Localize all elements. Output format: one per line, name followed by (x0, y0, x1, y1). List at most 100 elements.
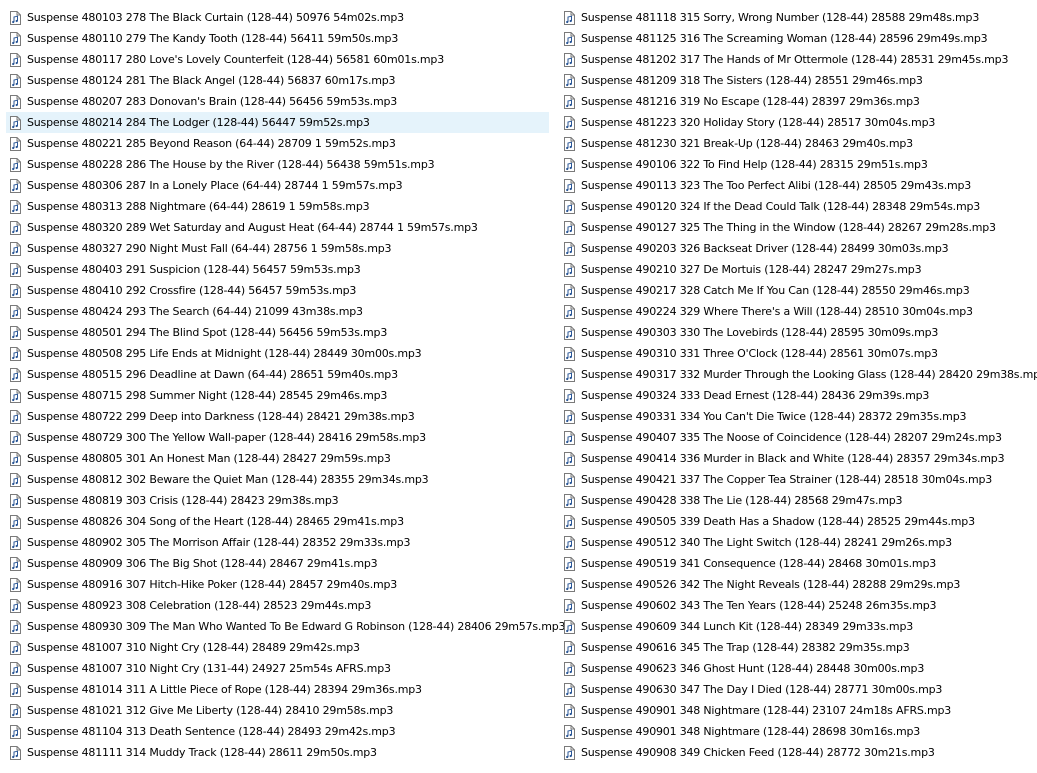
file-item[interactable]: Suspense 480320 289 Wet Saturday and Aug… (6, 217, 549, 238)
file-name: Suspense 490414 336 Murder in Black and … (581, 452, 1005, 465)
audio-file-icon (564, 157, 575, 172)
file-name: Suspense 480110 279 The Kandy Tooth (128… (27, 32, 399, 45)
file-item[interactable]: Suspense 481007 310 Night Cry (128-44) 2… (6, 637, 549, 658)
file-item[interactable]: Suspense 490407 335 The Noose of Coincid… (560, 427, 1036, 448)
audio-file-icon (564, 661, 575, 676)
file-item[interactable]: Suspense 481223 320 Holiday Story (128-4… (560, 112, 1036, 133)
file-name: Suspense 490428 338 The Lie (128-44) 285… (581, 494, 903, 507)
file-name: Suspense 490106 322 To Find Help (128-44… (581, 158, 928, 171)
file-item[interactable]: Suspense 490224 329 Where There's a Will… (560, 301, 1036, 322)
file-item[interactable]: Suspense 490609 344 Lunch Kit (128-44) 2… (560, 616, 1036, 637)
file-name: Suspense 480124 281 The Black Angel (128… (27, 74, 396, 87)
file-item[interactable]: Suspense 480826 304 Song of the Heart (1… (6, 511, 549, 532)
file-name: Suspense 490421 337 The Copper Tea Strai… (581, 473, 993, 486)
file-name: Suspense 490609 344 Lunch Kit (128-44) 2… (581, 620, 914, 633)
file-name: Suspense 481216 319 No Escape (128-44) 2… (581, 95, 920, 108)
file-item[interactable]: Suspense 481007 310 Night Cry (131-44) 2… (6, 658, 549, 679)
file-item[interactable]: Suspense 480515 296 Deadline at Dawn (64… (6, 364, 549, 385)
file-item[interactable]: Suspense 490512 340 The Light Switch (12… (560, 532, 1036, 553)
file-item[interactable]: Suspense 481230 321 Break-Up (128-44) 28… (560, 133, 1036, 154)
file-item[interactable]: Suspense 480805 301 An Honest Man (128-4… (6, 448, 549, 469)
audio-file-icon (10, 472, 21, 487)
file-item[interactable]: Suspense 481125 316 The Screaming Woman … (560, 28, 1036, 49)
file-item[interactable]: Suspense 490106 322 To Find Help (128-44… (560, 154, 1036, 175)
audio-file-icon (564, 262, 575, 277)
file-item[interactable]: Suspense 480403 291 Suspicion (128-44) 5… (6, 259, 549, 280)
file-name: Suspense 480117 280 Love's Lovely Counte… (27, 53, 445, 66)
file-item[interactable]: Suspense 480117 280 Love's Lovely Counte… (6, 49, 549, 70)
audio-file-icon (564, 493, 575, 508)
file-item[interactable]: Suspense 490901 348 Nightmare (128-44) 2… (560, 700, 1036, 721)
file-item[interactable]: Suspense 480327 290 Night Must Fall (64-… (6, 238, 549, 259)
file-item[interactable]: Suspense 481111 314 Muddy Track (128-44)… (6, 742, 549, 763)
file-item[interactable]: Suspense 490630 347 The Day I Died (128-… (560, 679, 1036, 700)
file-item[interactable]: Suspense 490303 330 The Lovebirds (128-4… (560, 322, 1036, 343)
file-name: Suspense 490602 343 The Ten Years (128-4… (581, 599, 937, 612)
file-item[interactable]: Suspense 490519 341 Consequence (128-44)… (560, 553, 1036, 574)
audio-file-icon (10, 283, 21, 298)
file-name: Suspense 480306 287 In a Lonely Place (6… (27, 179, 403, 192)
file-item[interactable]: Suspense 490203 326 Backseat Driver (128… (560, 238, 1036, 259)
audio-file-icon (564, 199, 575, 214)
file-item[interactable]: Suspense 481014 311 A Little Piece of Ro… (6, 679, 549, 700)
file-item[interactable]: Suspense 480103 278 The Black Curtain (1… (6, 7, 549, 28)
file-item[interactable]: Suspense 481209 318 The Sisters (128-44)… (560, 70, 1036, 91)
file-item[interactable]: Suspense 480207 283 Donovan's Brain (128… (6, 91, 549, 112)
file-name: Suspense 490217 328 Catch Me If You Can … (581, 284, 970, 297)
file-item[interactable]: Suspense 481021 312 Give Me Liberty (128… (6, 700, 549, 721)
file-item[interactable]: Suspense 490901 348 Nightmare (128-44) 2… (560, 721, 1036, 742)
file-item[interactable]: Suspense 481202 317 The Hands of Mr Otte… (560, 49, 1036, 70)
file-item[interactable]: Suspense 490127 325 The Thing in the Win… (560, 217, 1036, 238)
audio-file-icon (564, 388, 575, 403)
file-item[interactable]: Suspense 490120 324 If the Dead Could Ta… (560, 196, 1036, 217)
file-item[interactable]: Suspense 480214 284 The Lodger (128-44) … (6, 112, 549, 133)
audio-file-icon (564, 724, 575, 739)
file-item[interactable]: Suspense 490526 342 The Night Reveals (1… (560, 574, 1036, 595)
file-item[interactable]: Suspense 480124 281 The Black Angel (128… (6, 70, 549, 91)
file-item[interactable]: Suspense 480729 300 The Yellow Wall-pape… (6, 427, 549, 448)
file-item[interactable]: Suspense 481216 319 No Escape (128-44) 2… (560, 91, 1036, 112)
audio-file-icon (564, 220, 575, 235)
file-item[interactable]: Suspense 481104 313 Death Sentence (128-… (6, 721, 549, 742)
file-item[interactable]: Suspense 480424 293 The Search (64-44) 2… (6, 301, 549, 322)
file-item[interactable]: Suspense 490908 349 Chicken Feed (128-44… (560, 742, 1036, 763)
file-item[interactable]: Suspense 480722 299 Deep into Darkness (… (6, 406, 549, 427)
file-item[interactable]: Suspense 490505 339 Death Has a Shadow (… (560, 511, 1036, 532)
file-item[interactable]: Suspense 481118 315 Sorry, Wrong Number … (560, 7, 1036, 28)
file-item[interactable]: Suspense 490317 332 Murder Through the L… (560, 364, 1037, 385)
file-item[interactable]: Suspense 480313 288 Nightmare (64-44) 28… (6, 196, 549, 217)
file-name: Suspense 490908 349 Chicken Feed (128-44… (581, 746, 935, 759)
file-item[interactable]: Suspense 490428 338 The Lie (128-44) 285… (560, 490, 1036, 511)
file-item[interactable]: Suspense 490602 343 The Ten Years (128-4… (560, 595, 1036, 616)
file-column-right: Suspense 481118 315 Sorry, Wrong Number … (560, 7, 1037, 763)
file-item[interactable]: Suspense 490310 331 Three O'Clock (128-4… (560, 343, 1036, 364)
file-item[interactable]: Suspense 480410 292 Crossfire (128-44) 5… (6, 280, 549, 301)
file-item[interactable]: Suspense 490623 346 Ghost Hunt (128-44) … (560, 658, 1036, 679)
audio-file-icon (564, 178, 575, 193)
file-item[interactable]: Suspense 480902 305 The Morrison Affair … (6, 532, 549, 553)
file-item[interactable]: Suspense 480228 286 The House by the Riv… (6, 154, 549, 175)
file-item[interactable]: Suspense 480916 307 Hitch-Hike Poker (12… (6, 574, 549, 595)
file-item[interactable]: Suspense 490324 333 Dead Ernest (128-44)… (560, 385, 1036, 406)
audio-file-icon (564, 94, 575, 109)
file-item[interactable]: Suspense 480110 279 The Kandy Tooth (128… (6, 28, 549, 49)
file-item[interactable]: Suspense 480923 308 Celebration (128-44)… (6, 595, 549, 616)
audio-file-icon (10, 52, 21, 67)
file-item[interactable]: Suspense 480306 287 In a Lonely Place (6… (6, 175, 549, 196)
file-item[interactable]: Suspense 490414 336 Murder in Black and … (560, 448, 1036, 469)
file-item[interactable]: Suspense 490217 328 Catch Me If You Can … (560, 280, 1036, 301)
file-item[interactable]: Suspense 480501 294 The Blind Spot (128-… (6, 322, 549, 343)
file-item[interactable]: Suspense 490210 327 De Mortuis (128-44) … (560, 259, 1036, 280)
file-item[interactable]: Suspense 490113 323 The Too Perfect Alib… (560, 175, 1036, 196)
file-item[interactable]: Suspense 480819 303 Crisis (128-44) 2842… (6, 490, 549, 511)
file-item[interactable]: Suspense 490616 345 The Trap (128-44) 28… (560, 637, 1036, 658)
file-item[interactable]: Suspense 490331 334 You Can't Die Twice … (560, 406, 1036, 427)
file-item[interactable]: Suspense 480715 298 Summer Night (128-44… (6, 385, 549, 406)
audio-file-icon (10, 535, 21, 550)
file-item[interactable]: Suspense 480812 302 Beware the Quiet Man… (6, 469, 549, 490)
file-item[interactable]: Suspense 480930 309 The Man Who Wanted T… (6, 616, 566, 637)
file-item[interactable]: Suspense 480221 285 Beyond Reason (64-44… (6, 133, 549, 154)
file-item[interactable]: Suspense 490421 337 The Copper Tea Strai… (560, 469, 1036, 490)
file-item[interactable]: Suspense 480508 295 Life Ends at Midnigh… (6, 343, 549, 364)
file-item[interactable]: Suspense 480909 306 The Big Shot (128-44… (6, 553, 549, 574)
